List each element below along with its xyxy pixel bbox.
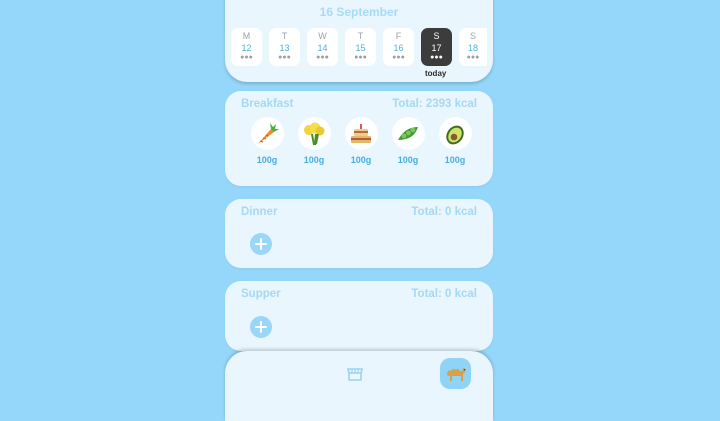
bottom-nav: [225, 351, 493, 421]
store-icon: [346, 368, 364, 381]
day-letter: T: [357, 31, 364, 41]
meal-total: Total: 2393 kcal: [392, 98, 477, 110]
food-item[interactable]: 100g: [343, 117, 379, 165]
calendar-card: 16 September M 12 ●●● T 13 ●●● W 14 ●●● …: [225, 0, 493, 82]
breakfast-card: Breakfast Total: 2393 kcal 100g 100g 100…: [225, 91, 493, 186]
food-item[interactable]: 100g: [390, 117, 426, 165]
day-letter: W: [318, 31, 327, 41]
day-letter: S: [469, 31, 476, 41]
add-food-button[interactable]: [250, 316, 272, 338]
store-nav-button[interactable]: [346, 365, 364, 383]
day-letter: S: [433, 31, 440, 41]
cake-icon: [344, 117, 378, 150]
day-letter: T: [281, 31, 288, 41]
day-wednesday[interactable]: W 14 ●●●: [307, 28, 338, 66]
day-friday[interactable]: F 16 ●●●: [383, 28, 414, 66]
meal-title: Dinner: [241, 206, 278, 218]
day-number: 13: [279, 43, 290, 53]
day-number: 16: [393, 43, 404, 53]
day-dots: ●●●: [392, 54, 405, 61]
broccoli-icon: [297, 117, 331, 150]
food-item[interactable]: 100g: [249, 117, 285, 165]
food-item[interactable]: 100g: [296, 117, 332, 165]
calendar-title: 16 September: [319, 5, 399, 19]
peas-icon: [391, 117, 425, 150]
plus-icon: [255, 238, 267, 250]
day-letter: F: [395, 31, 402, 41]
day-dots: ●●●: [430, 54, 443, 61]
day-dots: ●●●: [278, 54, 291, 61]
food-quantity: 100g: [444, 155, 466, 165]
day-sunday[interactable]: S 18 ●●●: [459, 28, 487, 66]
food-quantity: 100g: [256, 155, 278, 165]
day-tuesday[interactable]: T 13 ●●●: [269, 28, 300, 66]
day-dots: ●●●: [354, 54, 367, 61]
dinner-card: Dinner Total: 0 kcal: [225, 199, 493, 268]
food-quantity: 100g: [303, 155, 325, 165]
week-strip: M 12 ●●● T 13 ●●● W 14 ●●● T 15 ●●● F 16…: [231, 28, 487, 78]
carrot-icon: [250, 117, 284, 150]
day-dots: ●●●: [240, 54, 253, 61]
food-quantity: 100g: [350, 155, 372, 165]
today-label: today: [425, 69, 447, 78]
day-monday[interactable]: M 12 ●●●: [231, 28, 262, 66]
food-quantity: 100g: [397, 155, 419, 165]
day-number: 12: [241, 43, 252, 53]
day-letter: M: [242, 31, 251, 41]
day-thursday[interactable]: T 15 ●●●: [345, 28, 376, 66]
day-number: 17: [431, 43, 442, 53]
add-food-button[interactable]: [250, 233, 272, 255]
food-item[interactable]: 100g: [437, 117, 473, 165]
profile-nav-button[interactable]: [440, 358, 471, 389]
meal-title: Breakfast: [241, 98, 294, 110]
meal-total: Total: 0 kcal: [411, 288, 477, 300]
day-number: 18: [467, 43, 478, 53]
plus-icon: [255, 321, 267, 333]
camel-icon: [446, 367, 466, 381]
supper-card: Supper Total: 0 kcal: [225, 281, 493, 351]
day-saturday-selected[interactable]: S 17 ●●●: [421, 28, 452, 66]
meal-title: Supper: [241, 288, 281, 300]
day-number: 14: [317, 43, 328, 53]
meal-total: Total: 0 kcal: [411, 206, 477, 218]
day-number: 15: [355, 43, 366, 53]
day-dots: ●●●: [466, 54, 480, 61]
avocado-icon: [438, 117, 472, 150]
day-dots: ●●●: [316, 54, 329, 61]
